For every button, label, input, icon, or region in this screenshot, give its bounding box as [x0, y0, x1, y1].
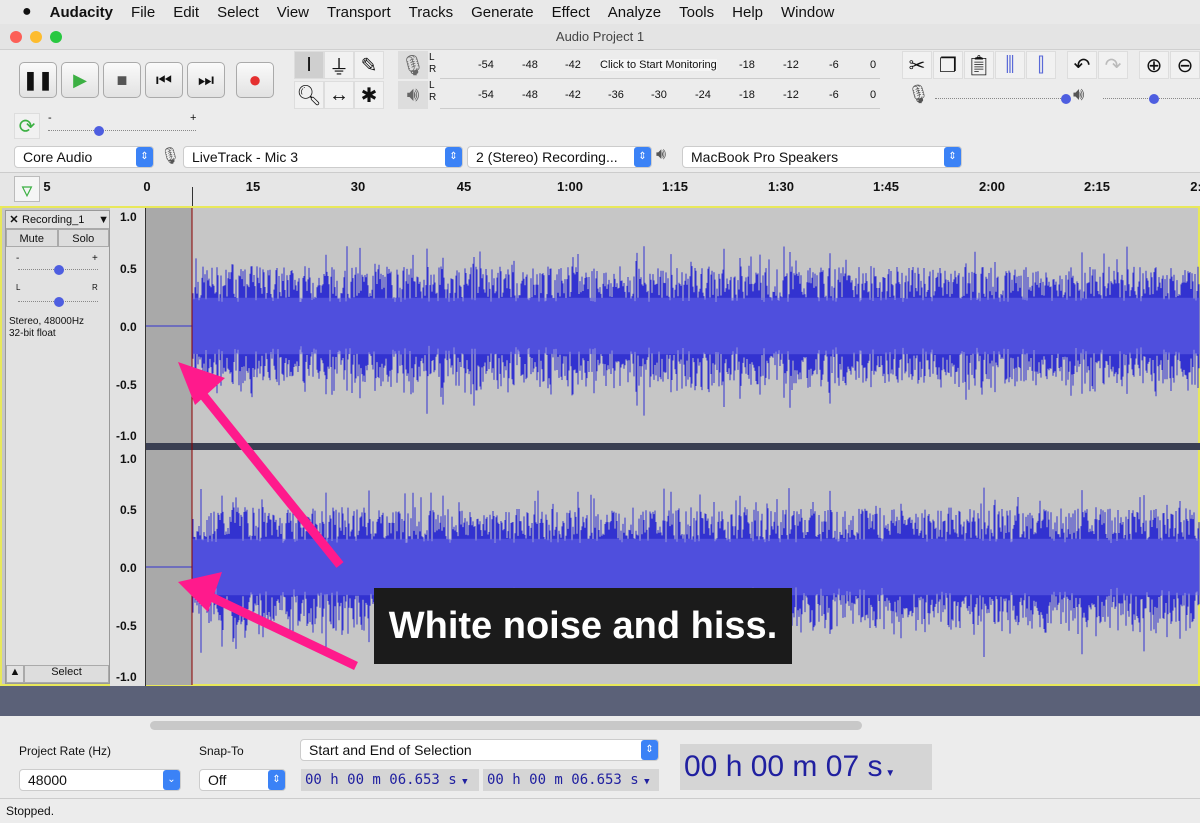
scrollbar-thumb[interactable]: [150, 721, 862, 730]
dropdown-icon[interactable]: ▼: [882, 768, 895, 779]
arrowhead-icon: [178, 572, 222, 612]
annotation-label: White noise and hiss.: [374, 588, 792, 664]
snap-value: Off: [208, 772, 227, 788]
start-value: 00 h 00 m 06.653 s: [305, 772, 457, 788]
horizontal-scrollbar[interactable]: [0, 716, 1200, 736]
project-rate-select[interactable]: 48000 ⌄: [19, 769, 181, 791]
status-bar: Stopped.: [0, 798, 1200, 823]
arrowhead-icon: [178, 362, 225, 405]
snap-to-select[interactable]: Off ⇕: [199, 769, 286, 791]
arrow-bottom: [203, 589, 358, 671]
empty-track-area: [0, 686, 1200, 716]
rate-value: 48000: [28, 772, 67, 788]
audio-position-time[interactable]: 00 h 00 m 07 s ▼: [680, 744, 932, 790]
end-value: 00 h 00 m 06.653 s: [487, 772, 639, 788]
selection-mode-select[interactable]: Start and End of Selection ⇕: [300, 739, 659, 761]
dropdown-icon[interactable]: ▼: [457, 777, 467, 787]
updown-icon: ⇕: [268, 770, 285, 790]
snap-to-label: Snap-To: [199, 744, 244, 758]
project-rate-label: Project Rate (Hz): [19, 744, 112, 758]
arrow-top: [191, 382, 344, 568]
chevron-down-icon: ⌄: [163, 770, 180, 790]
mode-value: Start and End of Selection: [309, 742, 472, 758]
dropdown-icon[interactable]: ▼: [639, 777, 649, 787]
audio-position-value: 00 h 00 m 07 s: [684, 750, 883, 783]
updown-icon: ⇕: [641, 740, 658, 760]
selection-start-time[interactable]: 00 h 00 m 06.653 s ▼: [301, 769, 479, 791]
selection-end-time[interactable]: 00 h 00 m 06.653 s ▼: [483, 769, 659, 791]
